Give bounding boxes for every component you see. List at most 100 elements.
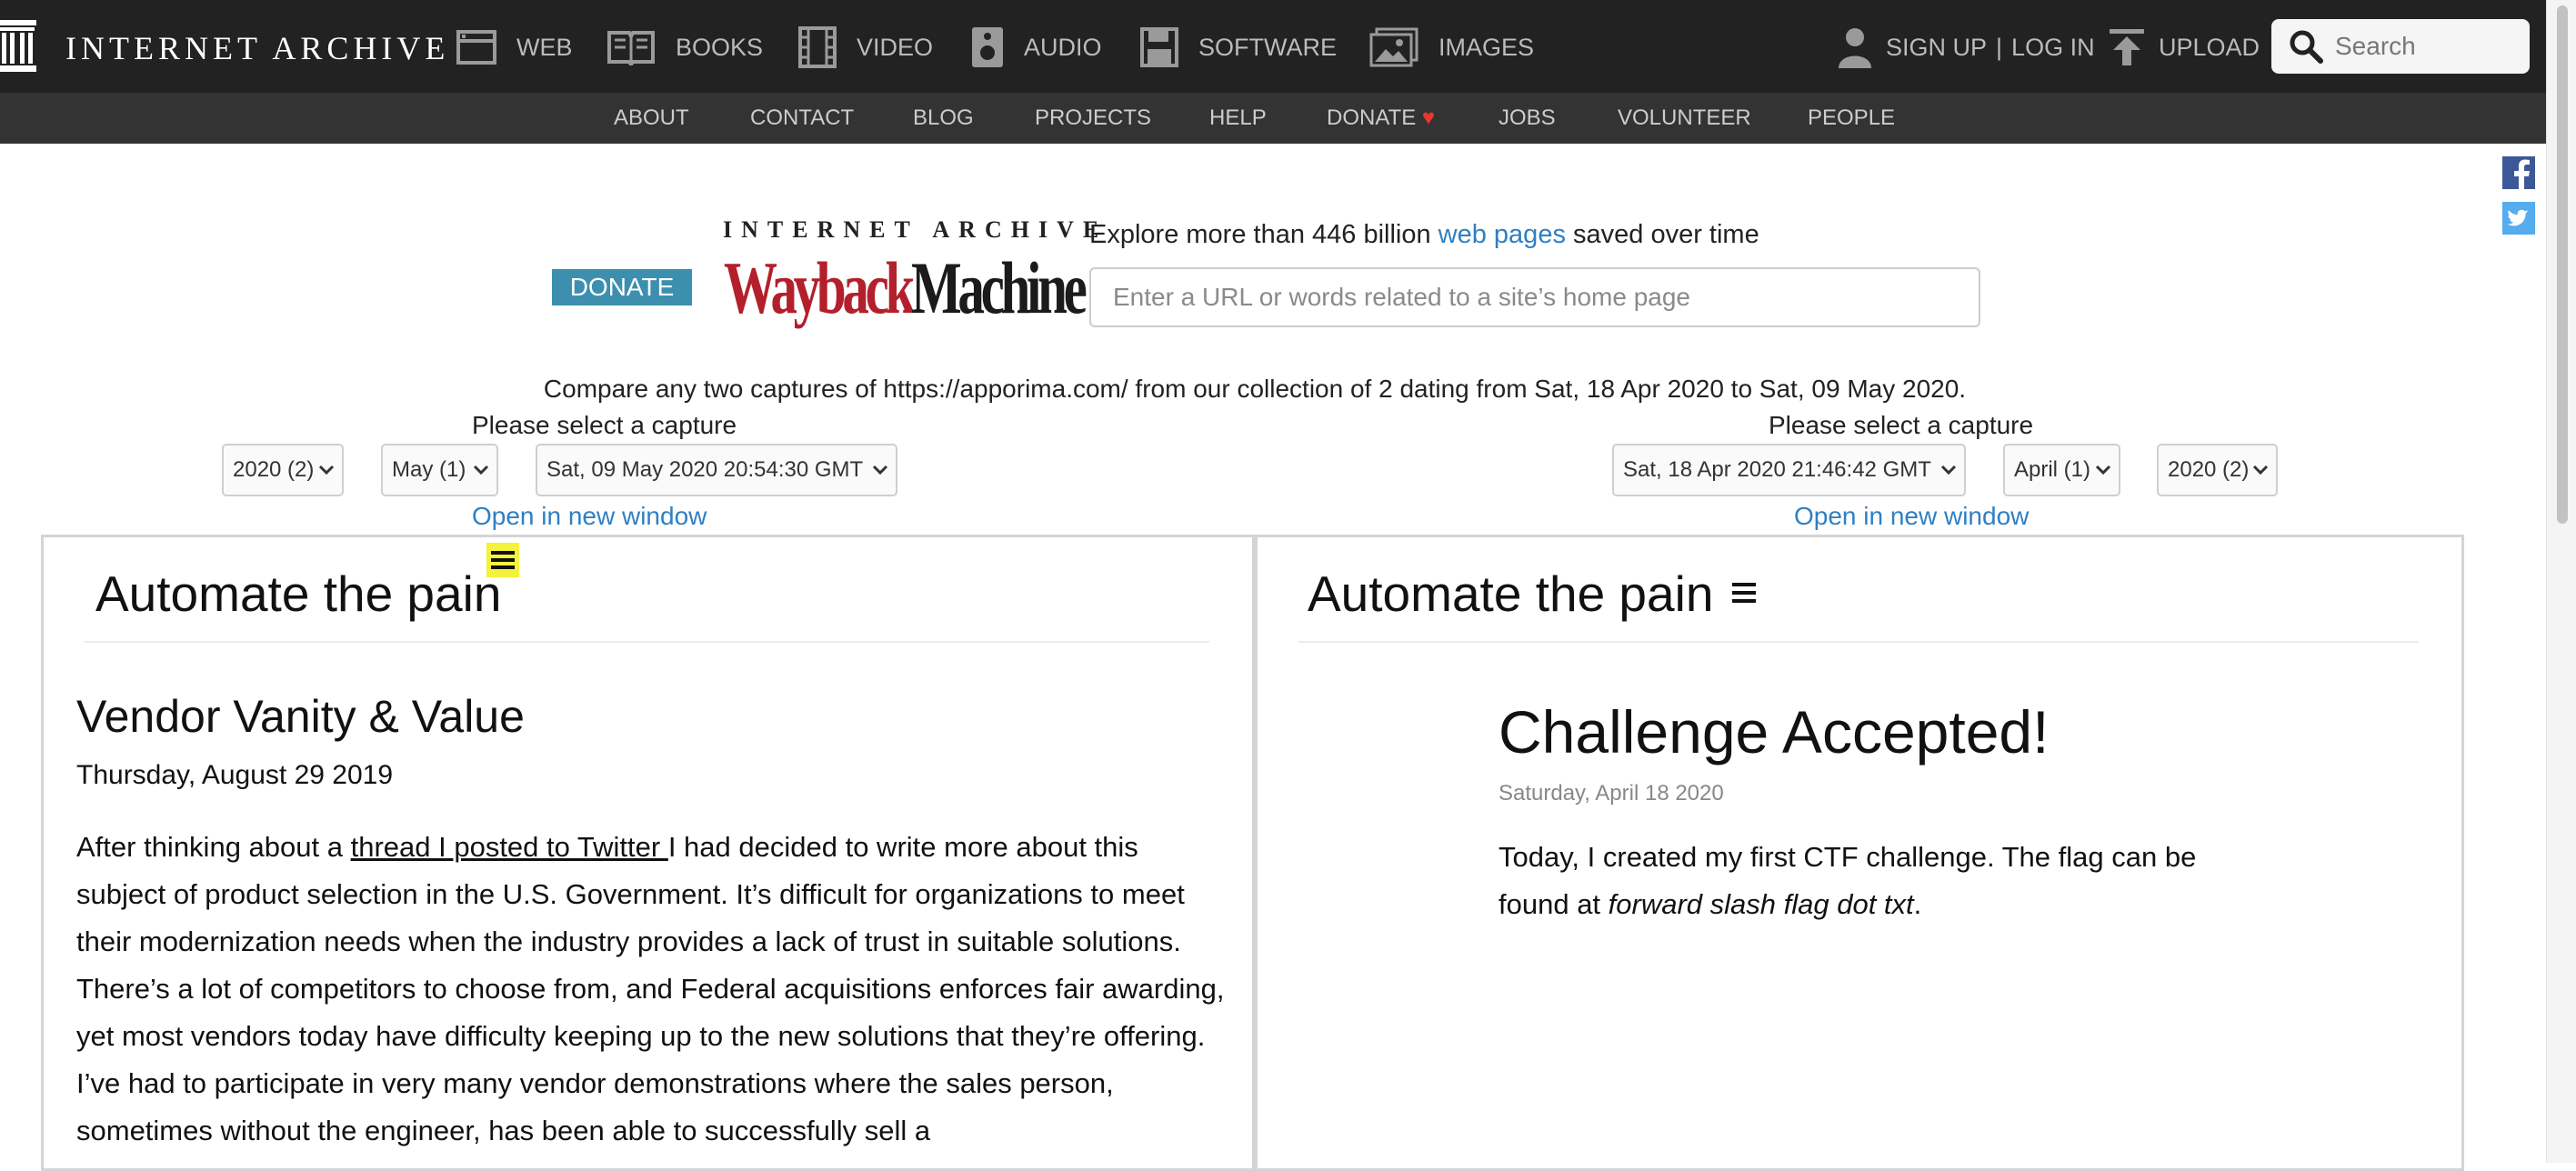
page-scrollbar[interactable] (2546, 0, 2576, 1163)
right-capture-frame[interactable]: Automate the pain Challenge Accepted! Sa… (1255, 535, 2464, 1171)
user-icon (1839, 28, 1871, 68)
subnav-jobs[interactable]: JOBS (1498, 105, 1556, 131)
log-in-link[interactable]: LOG IN (2011, 34, 2095, 62)
chevron-down-icon (872, 465, 888, 475)
left-body-prefix: After thinking about a (76, 831, 351, 863)
sign-up-link[interactable]: SIGN UP (1886, 34, 1987, 62)
wayback-machine-logo[interactable]: WaybackMachine (724, 245, 1088, 331)
left-capture-frame[interactable]: Automate the pain Vendor Vanity & Value … (41, 535, 1255, 1171)
top-navigation-bar: INTERNET ARCHIVE WEB BOOKS VIDEO AUDIO S… (0, 0, 2546, 93)
right-body-suffix: . (1913, 888, 1922, 920)
web-icon (456, 30, 496, 65)
right-post-body: Today, I created my first CTF challenge.… (1498, 834, 2235, 928)
right-post-date: Saturday, April 18 2020 (1498, 781, 1724, 806)
nav-audio[interactable]: AUDIO (971, 25, 1102, 69)
facebook-icon[interactable] (2502, 156, 2535, 189)
right-year-value: 2020 (2) (2168, 457, 2250, 482)
nav-images-label: IMAGES (1438, 33, 1535, 61)
wayback-logo-word: Wayback (724, 246, 915, 329)
web-pages-link[interactable]: web pages (1438, 220, 1566, 249)
twitter-icon[interactable] (2502, 202, 2535, 235)
secondary-navigation-bar: ABOUT CONTACT BLOG PROJECTS HELP DONATE … (0, 93, 2546, 144)
left-post-body: After thinking about a thread I posted t… (76, 824, 1231, 1155)
account-separator: | (1996, 33, 2003, 61)
left-year-select[interactable]: 2020 (2) (222, 444, 344, 496)
hamburger-menu-icon[interactable] (486, 543, 519, 577)
search-icon[interactable] (2288, 28, 2324, 65)
right-post-title[interactable]: Challenge Accepted! (1498, 697, 2049, 766)
chevron-down-icon (2252, 465, 2269, 475)
nav-images[interactable]: IMAGES (1369, 25, 1534, 69)
nav-video[interactable]: VIDEO (798, 25, 933, 69)
left-open-new-window-link[interactable]: Open in new window (472, 502, 707, 531)
left-please-select-label: Please select a capture (472, 411, 737, 439)
explore-suffix: saved over time (1565, 220, 1759, 249)
right-month-select[interactable]: April (1) (2003, 444, 2120, 496)
left-post-title[interactable]: Vendor Vanity & Value (76, 690, 525, 743)
subnav-blog[interactable]: BLOG (913, 105, 974, 131)
upload-label: UPLOAD (2159, 33, 2260, 61)
left-month-select[interactable]: May (1) (381, 444, 498, 496)
internet-archive-logo-text[interactable]: INTERNET ARCHIVE (65, 29, 449, 67)
explore-tagline: Explore more than 446 billion web pages … (1089, 220, 1759, 250)
right-please-select-label: Please select a capture (1769, 411, 2034, 439)
upload-icon (2110, 29, 2144, 65)
subnav-donate[interactable]: DONATE ♥ (1327, 105, 1435, 131)
subnav-projects[interactable]: PROJECTS (1035, 105, 1151, 131)
images-icon (1369, 27, 1418, 67)
machine-logo-word: Machine (910, 246, 1088, 329)
nav-books[interactable]: BOOKS (606, 25, 763, 69)
right-open-new-window-link[interactable]: Open in new window (1794, 502, 2029, 531)
subnav-contact[interactable]: CONTACT (750, 105, 854, 131)
subnav-donate-label: DONATE (1327, 105, 1417, 130)
subnav-about[interactable]: ABOUT (614, 105, 689, 131)
right-timestamp-value: Sat, 18 Apr 2020 21:46:42 GMT (1623, 457, 1931, 482)
hamburger-menu-icon[interactable] (1730, 579, 1758, 606)
left-site-title[interactable]: Automate the pain (95, 565, 501, 623)
chevron-down-icon (318, 465, 335, 475)
nav-web[interactable]: WEB (456, 25, 573, 69)
search-input[interactable] (2333, 31, 2528, 62)
software-icon (1140, 27, 1178, 67)
chevron-down-icon (1940, 465, 1957, 475)
left-post-date: Thursday, August 29 2019 (76, 760, 394, 790)
twitter-thread-link[interactable]: thread I posted to Twitter (351, 831, 668, 863)
compare-description: Compare any two captures of https://appo… (543, 375, 1967, 403)
wayback-url-input[interactable]: Enter a URL or words related to a site’s… (1089, 267, 1980, 327)
chevron-down-icon (2095, 465, 2111, 475)
nav-video-label: VIDEO (857, 33, 934, 61)
search-box[interactable] (2271, 19, 2530, 74)
video-icon (798, 26, 837, 68)
left-body-rest: I had decided to write more about this s… (76, 831, 1225, 1146)
subnav-volunteer[interactable]: VOLUNTEER (1618, 105, 1751, 131)
subnav-help[interactable]: HELP (1209, 105, 1267, 131)
right-body-italic: forward slash flag dot txt (1608, 888, 1914, 920)
explore-prefix: Explore more than 446 billion (1089, 220, 1438, 249)
left-timestamp-select[interactable]: Sat, 09 May 2020 20:54:30 GMT (536, 444, 897, 496)
scrollbar-thumb[interactable] (2557, 5, 2568, 524)
right-month-value: April (1) (2014, 457, 2091, 482)
left-year-value: 2020 (2) (233, 457, 315, 482)
heart-icon: ♥ (1421, 105, 1436, 130)
left-header-divider (85, 641, 1209, 643)
account-links: SIGN UP | LOG IN (1837, 25, 2095, 69)
left-month-value: May (1) (392, 457, 466, 482)
right-header-divider (1298, 641, 2419, 643)
wayback-logo-top-text: INTERNET ARCHIVE (723, 216, 1108, 243)
chevron-down-icon (473, 465, 489, 475)
audio-icon (972, 27, 1003, 67)
upload-button[interactable]: UPLOAD (2108, 25, 2260, 69)
nav-software-label: SOFTWARE (1198, 33, 1337, 61)
right-year-select[interactable]: 2020 (2) (2157, 444, 2278, 496)
nav-books-label: BOOKS (676, 33, 764, 61)
internet-archive-logo-icon[interactable] (0, 20, 38, 73)
books-icon (607, 31, 655, 65)
left-timestamp-value: Sat, 09 May 2020 20:54:30 GMT (546, 457, 864, 482)
nav-software[interactable]: SOFTWARE (1140, 25, 1337, 69)
right-timestamp-select[interactable]: Sat, 18 Apr 2020 21:46:42 GMT (1612, 444, 1966, 496)
right-site-title[interactable]: Automate the pain (1308, 565, 1713, 623)
subnav-people[interactable]: PEOPLE (1808, 105, 1895, 131)
donate-button[interactable]: DONATE (552, 269, 692, 305)
nav-web-label: WEB (516, 33, 573, 61)
nav-audio-label: AUDIO (1024, 33, 1102, 61)
